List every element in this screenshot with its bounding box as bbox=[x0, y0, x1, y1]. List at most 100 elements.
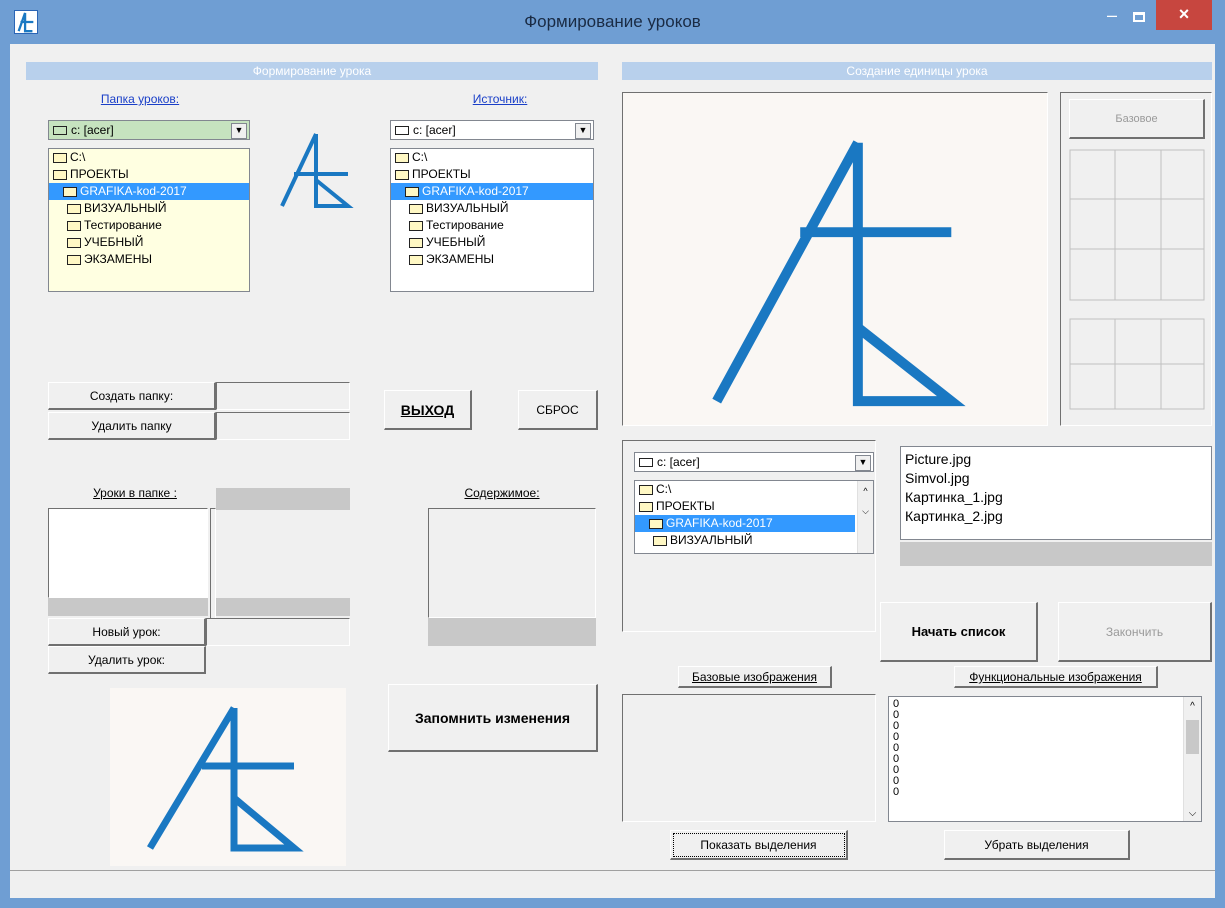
lessons-folder-label: Папка уроков: bbox=[100, 92, 180, 106]
remove-selection-button[interactable]: Убрать выделения bbox=[944, 830, 1130, 860]
tree-item-selected[interactable]: GRAFIKA-kod-2017 bbox=[391, 183, 593, 200]
contents-label: Содержимое: bbox=[464, 486, 540, 500]
delete-folder-input[interactable] bbox=[216, 412, 350, 440]
lesson-formation-header: Формирование урока bbox=[26, 62, 598, 80]
tree-item[interactable]: ПРОЕКТЫ bbox=[391, 166, 593, 183]
drive-left-value: c: [acer] bbox=[71, 123, 114, 137]
tree-item[interactable]: ВИЗУАЛЬНЫЙ bbox=[635, 532, 873, 549]
exit-button[interactable]: ВЫХОД bbox=[384, 390, 472, 430]
contents-status-bar bbox=[428, 618, 596, 646]
tree-item[interactable]: C:\ bbox=[635, 481, 873, 498]
scroll-down-icon[interactable]: ⌵ bbox=[1184, 808, 1201, 819]
contents-list[interactable] bbox=[428, 508, 596, 618]
source-label: Источник: bbox=[472, 92, 528, 106]
tree-item[interactable]: УЧЕБНЫЙ bbox=[391, 234, 593, 251]
list-item[interactable]: 0 bbox=[893, 732, 1201, 743]
folder-icon bbox=[409, 220, 423, 231]
folder-open-icon bbox=[395, 152, 409, 163]
title-bar: Формирование уроков – × bbox=[0, 0, 1225, 44]
functional-list-scrollbar[interactable]: ^ ⌵ bbox=[1183, 697, 1201, 821]
reset-button[interactable]: СБРОС bbox=[518, 390, 598, 430]
grid-cells bbox=[1069, 149, 1205, 410]
list-item[interactable]: 0 bbox=[893, 776, 1201, 787]
save-changes-button[interactable]: Запомнить изменения bbox=[388, 684, 598, 752]
chevron-down-icon[interactable]: ▼ bbox=[231, 123, 247, 139]
tree-item[interactable]: C:\ bbox=[391, 149, 593, 166]
folder-open-icon bbox=[395, 169, 409, 180]
list-item[interactable]: 0 bbox=[893, 699, 1201, 710]
folder-open-icon bbox=[639, 501, 653, 512]
maximize-button[interactable] bbox=[1126, 8, 1152, 28]
list-item[interactable]: 0 bbox=[893, 754, 1201, 765]
drive-select-unit[interactable]: c: [acer] ▼ bbox=[634, 452, 874, 472]
tree-item[interactable]: Тестирование bbox=[391, 217, 593, 234]
file-item[interactable]: Картинка_2.jpg bbox=[905, 507, 1211, 526]
tree-item[interactable]: УЧЕБНЫЙ bbox=[49, 234, 249, 251]
folder-open-icon bbox=[639, 484, 653, 495]
base-button[interactable]: Базовое bbox=[1069, 99, 1205, 139]
scroll-up-icon[interactable]: ^ bbox=[1184, 701, 1201, 712]
functional-images-button[interactable]: Функциональные изображения bbox=[954, 666, 1158, 688]
list-item[interactable]: 0 bbox=[893, 765, 1201, 776]
list-item[interactable]: 0 bbox=[893, 721, 1201, 732]
tree-item[interactable]: ЭКЗАМЕНЫ bbox=[49, 251, 249, 268]
tree-item[interactable]: C:\ bbox=[49, 149, 249, 166]
tree-scrollbar[interactable]: ^ ⌵ bbox=[857, 481, 873, 553]
folder-icon bbox=[409, 237, 423, 248]
lessons-status-bar bbox=[48, 598, 208, 616]
lessons-folder-tree[interactable]: C:\ ПРОЕКТЫ GRAFIKA-kod-2017 ВИЗУАЛЬНЫЙ … bbox=[48, 148, 250, 292]
tree-item-selected[interactable]: GRAFIKA-kod-2017 bbox=[49, 183, 249, 200]
scroll-thumb[interactable] bbox=[1186, 720, 1199, 754]
source-folder-tree[interactable]: C:\ ПРОЕКТЫ GRAFIKA-kod-2017 ВИЗУАЛЬНЫЙ … bbox=[390, 148, 594, 292]
tree-item[interactable]: ПРОЕКТЫ bbox=[635, 498, 873, 515]
tree-item[interactable]: ЭКЗАМЕНЫ bbox=[391, 251, 593, 268]
window-frame-bottom bbox=[0, 898, 1225, 908]
chevron-down-icon[interactable]: ▼ bbox=[575, 123, 591, 139]
create-folder-button[interactable]: Создать папку: bbox=[48, 382, 216, 410]
folder-icon bbox=[67, 237, 81, 248]
folder-icon bbox=[67, 254, 81, 265]
status-bar bbox=[10, 870, 1215, 898]
file-item[interactable]: Simvol.jpg bbox=[905, 469, 1211, 488]
file-item[interactable]: Картинка_1.jpg bbox=[905, 488, 1211, 507]
tree-item[interactable]: Тестирование bbox=[49, 217, 249, 234]
drive-select-left[interactable]: c: [acer] ▼ bbox=[48, 120, 250, 140]
tree-item[interactable]: ПРОЕКТЫ bbox=[49, 166, 249, 183]
drive-select-right[interactable]: c: [acer] ▼ bbox=[390, 120, 594, 140]
folder-icon bbox=[67, 220, 81, 231]
folder-open-icon bbox=[649, 518, 663, 529]
create-folder-input[interactable] bbox=[216, 382, 350, 410]
tree-item[interactable]: ВИЗУАЛЬНЫЙ bbox=[49, 200, 249, 217]
start-list-button[interactable]: Начать список bbox=[880, 602, 1038, 662]
list-item[interactable]: 0 bbox=[893, 787, 1201, 798]
chevron-down-icon[interactable]: ▼ bbox=[855, 455, 871, 471]
delete-lesson-button[interactable]: Удалить урок: bbox=[48, 646, 206, 674]
delete-folder-button[interactable]: Удалить папку bbox=[48, 412, 216, 440]
functional-images-list[interactable]: 0 0 0 0 0 0 0 0 0 ^ ⌵ bbox=[888, 696, 1202, 822]
list-item[interactable]: 0 bbox=[893, 710, 1201, 721]
maximize-icon bbox=[1133, 12, 1145, 22]
new-lesson-input[interactable] bbox=[206, 618, 350, 646]
folder-icon bbox=[67, 203, 81, 214]
unit-folder-tree[interactable]: C:\ ПРОЕКТЫ GRAFIKA-kod-2017 ВИЗУАЛЬНЫЙ … bbox=[634, 480, 874, 554]
folder-open-icon bbox=[405, 186, 419, 197]
minimize-button[interactable]: – bbox=[1100, 6, 1124, 28]
base-images-button[interactable]: Базовые изображения bbox=[678, 666, 832, 688]
close-button[interactable]: × bbox=[1156, 0, 1212, 30]
new-lesson-button[interactable]: Новый урок: bbox=[48, 618, 206, 646]
finish-button[interactable]: Закончить bbox=[1058, 602, 1212, 662]
lessons-list[interactable] bbox=[48, 508, 208, 598]
tree-item[interactable]: ВИЗУАЛЬНЫЙ bbox=[391, 200, 593, 217]
base-grid-panel: Базовое bbox=[1060, 92, 1212, 426]
list-item[interactable]: 0 bbox=[893, 743, 1201, 754]
window-frame-left bbox=[0, 44, 10, 908]
folder-open-icon bbox=[63, 186, 77, 197]
drive-icon bbox=[395, 126, 409, 136]
folder-icon bbox=[409, 254, 423, 265]
folder-icon bbox=[653, 535, 667, 546]
base-images-list[interactable] bbox=[622, 694, 876, 822]
tree-item-selected[interactable]: GRAFIKA-kod-2017 bbox=[635, 515, 855, 532]
file-item[interactable]: Picture.jpg bbox=[905, 450, 1211, 469]
image-file-list[interactable]: Picture.jpg Simvol.jpg Картинка_1.jpg Ка… bbox=[900, 446, 1212, 540]
show-selection-button[interactable]: Показать выделения bbox=[670, 830, 848, 860]
